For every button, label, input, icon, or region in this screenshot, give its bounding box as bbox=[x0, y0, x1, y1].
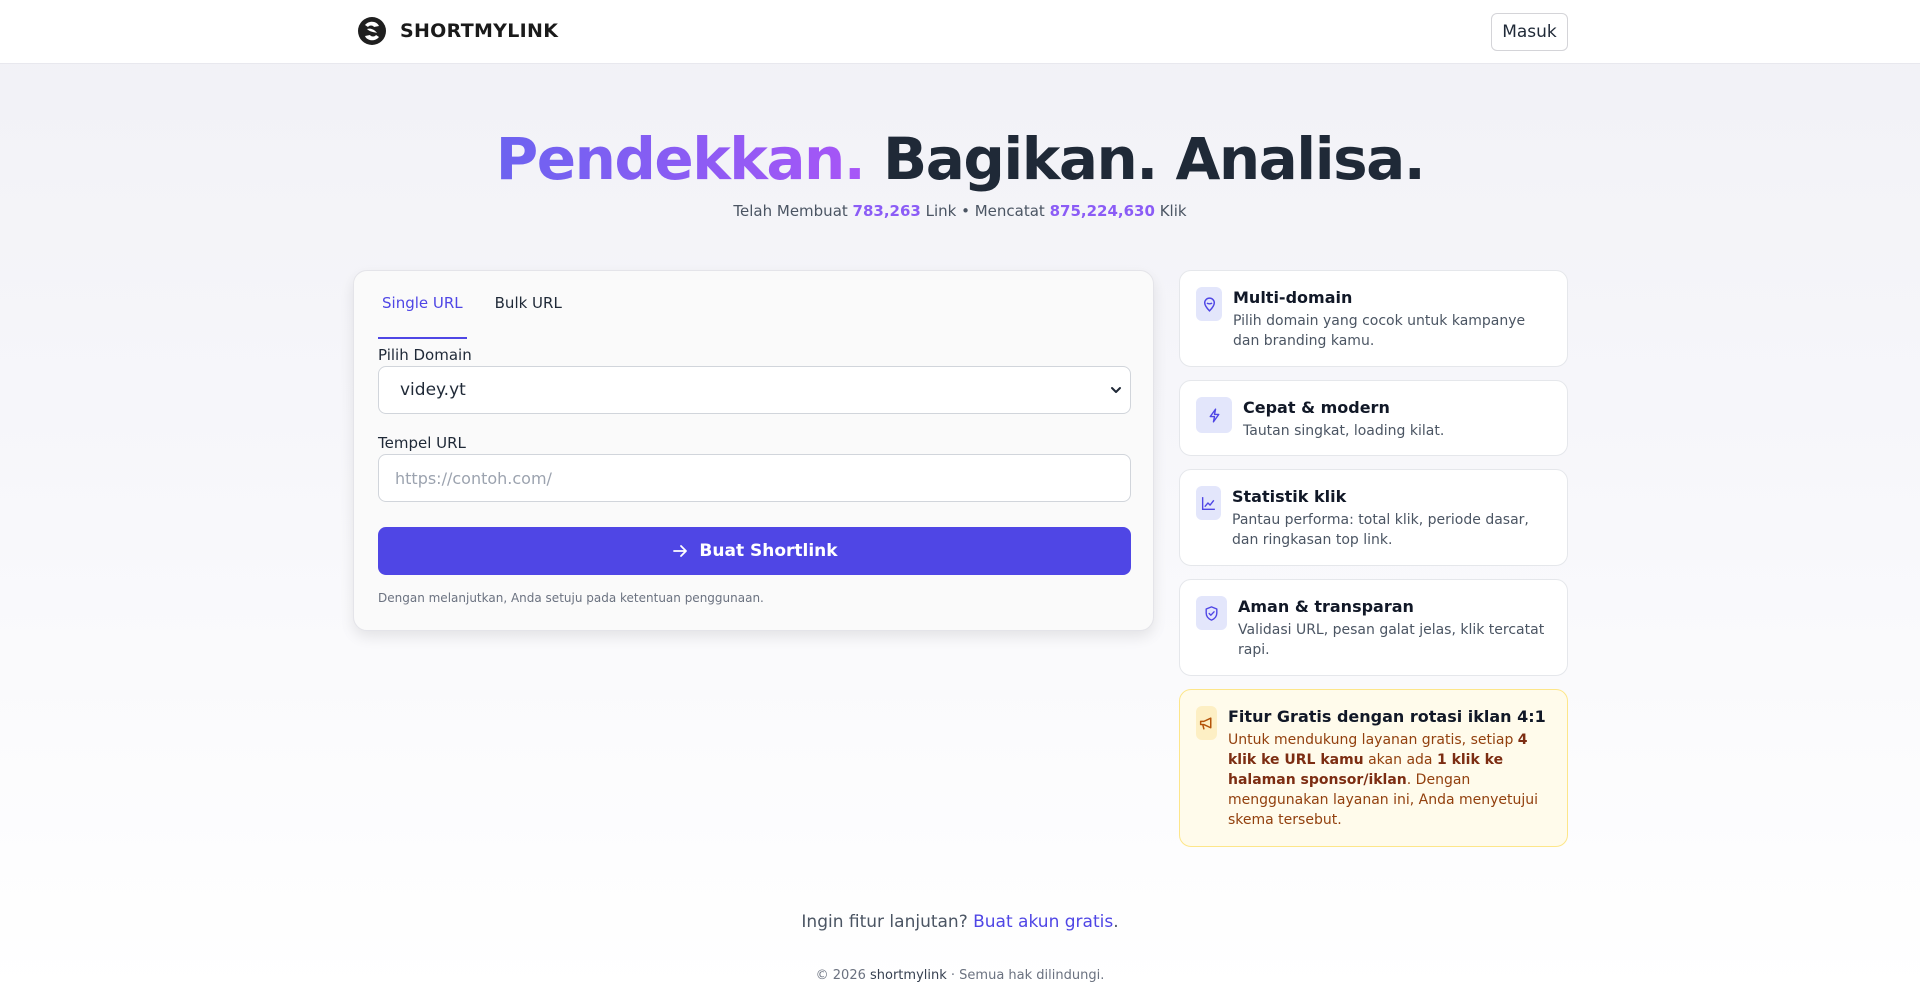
links-count: 783,263 bbox=[852, 202, 921, 220]
promo-title: Fitur Gratis dengan rotasi iklan 4:1 bbox=[1228, 707, 1546, 726]
copyright-prefix: © 2026 bbox=[815, 968, 870, 983]
domain-label: Pilih Domain bbox=[378, 346, 472, 364]
feature-card-ad-rotation: Fitur Gratis dengan rotasi iklan 4:1 Unt… bbox=[1179, 689, 1568, 847]
feature-title: Multi-domain bbox=[1233, 288, 1353, 307]
clicks-count: 875,224,630 bbox=[1049, 202, 1155, 220]
top-navbar: SHORTMYLINK Masuk bbox=[0, 0, 1920, 64]
stats-suffix: Klik bbox=[1154, 202, 1187, 220]
cta-end: . bbox=[1113, 912, 1119, 932]
feature-card-statistics: Statistik klik Pantau performa: total kl… bbox=[1179, 469, 1568, 566]
megaphone-icon bbox=[1196, 706, 1217, 740]
feature-card-security: Aman & transparan Validasi URL, pesan ga… bbox=[1179, 579, 1568, 676]
feature-title: Statistik klik bbox=[1232, 487, 1347, 506]
feature-desc: Tautan singkat, loading kilat. bbox=[1243, 423, 1445, 439]
brand-name: SHORTMYLINK bbox=[400, 20, 559, 42]
create-account-link[interactable]: Buat akun gratis bbox=[973, 912, 1113, 932]
feature-desc: Validasi URL, pesan galat jelas, klik te… bbox=[1238, 622, 1545, 658]
shortlink-form-card: Single URL Bulk URL Pilih Domain videy.y… bbox=[353, 270, 1154, 631]
create-shortlink-label: Buat Shortlink bbox=[699, 541, 838, 561]
feature-title: Aman & transparan bbox=[1238, 597, 1414, 616]
feature-desc: Pilih domain yang cocok untuk kampanye d… bbox=[1233, 313, 1526, 349]
copyright: © 2026 shortmylink · Semua hak dilindung… bbox=[0, 968, 1920, 983]
feature-title: Cepat & modern bbox=[1243, 398, 1390, 417]
hero-stats: Telah Membuat 783,263 Link • Mencatat 87… bbox=[0, 202, 1920, 220]
create-shortlink-button[interactable]: Buat Shortlink bbox=[378, 527, 1131, 575]
brand[interactable]: SHORTMYLINK bbox=[357, 16, 558, 46]
feature-desc: Pantau performa: total klik, periode das… bbox=[1232, 512, 1529, 548]
domain-selected-value: videy.yt bbox=[400, 380, 466, 400]
map-pin-icon bbox=[1196, 287, 1222, 321]
cta-text: Ingin fitur lanjutan? bbox=[801, 912, 974, 932]
stats-prefix: Telah Membuat bbox=[733, 202, 853, 220]
domain-select[interactable]: videy.yt bbox=[378, 366, 1131, 414]
shield-check-icon bbox=[1196, 596, 1227, 630]
url-mode-tabs: Single URL Bulk URL bbox=[378, 295, 590, 339]
brand-logo-icon bbox=[358, 17, 386, 45]
feature-card-multi-domain: Multi-domain Pilih domain yang cocok unt… bbox=[1179, 270, 1568, 367]
url-input[interactable] bbox=[378, 454, 1131, 502]
url-label: Tempel URL bbox=[378, 434, 466, 452]
copyright-suffix: · Semua hak dilindungi. bbox=[946, 968, 1105, 983]
promo-desc-text: Untuk mendukung layanan gratis, setiap bbox=[1228, 732, 1518, 748]
terms-notice: Dengan melanjutkan, Anda setuju pada ket… bbox=[378, 591, 764, 605]
tab-bulk-url[interactable]: Bulk URL bbox=[491, 295, 566, 339]
chevron-down-icon bbox=[1111, 387, 1121, 393]
arrow-right-icon bbox=[673, 545, 688, 557]
hero-title-rest: Bagikan. Analisa. bbox=[864, 125, 1426, 193]
copyright-brand: shortmylink bbox=[870, 968, 947, 983]
feature-card-speed: Cepat & modern Tautan singkat, loading k… bbox=[1179, 380, 1568, 456]
tab-single-url[interactable]: Single URL bbox=[378, 295, 467, 339]
lightning-icon bbox=[1196, 397, 1232, 433]
promo-desc-text: akan ada bbox=[1363, 752, 1437, 768]
signup-cta: Ingin fitur lanjutan? Buat akun gratis. bbox=[0, 912, 1920, 932]
hero-title-highlight: Pendekkan. bbox=[495, 125, 866, 193]
login-button[interactable]: Masuk bbox=[1491, 13, 1568, 51]
line-chart-icon bbox=[1196, 486, 1221, 520]
stats-middle: Link • Mencatat bbox=[920, 202, 1050, 220]
promo-desc: Untuk mendukung layanan gratis, setiap 4… bbox=[1228, 730, 1551, 830]
hero-title: Pendekkan. Bagikan. Analisa. bbox=[0, 122, 1920, 196]
